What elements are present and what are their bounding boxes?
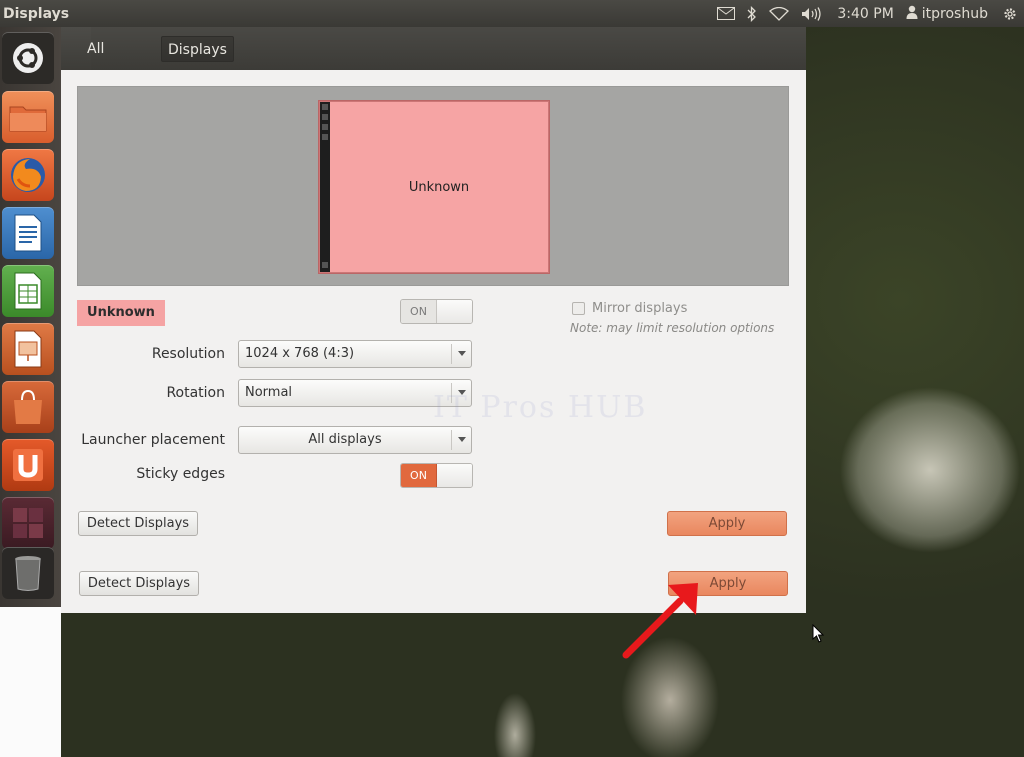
switch-knob [437, 300, 472, 323]
calc-spreadsheet-icon[interactable] [2, 265, 54, 317]
selected-display-name: Unknown [77, 300, 165, 326]
top-panel: Displays 3:40 PM itproshub [0, 0, 1024, 27]
all-settings-button[interactable]: All Settings [81, 36, 159, 62]
username-label: itproshub [921, 5, 988, 22]
display-on-switch[interactable]: ON [400, 299, 473, 324]
indicator-area: 3:40 PM itproshub [711, 0, 1024, 27]
wifi-icon[interactable] [763, 0, 795, 27]
user-menu[interactable]: itproshub [902, 5, 996, 23]
switch-knob [437, 464, 472, 487]
clock[interactable]: 3:40 PM [829, 6, 901, 22]
impress-presentation-icon[interactable] [2, 323, 54, 375]
chevron-down-icon [451, 430, 471, 450]
red-annotation-arrow [622, 583, 698, 659]
apply-button[interactable]: Apply [667, 511, 787, 536]
sticky-edges-label: Sticky edges [136, 466, 225, 482]
window-toolbar: All Settings Displays [61, 27, 806, 70]
active-app-title: Displays [3, 5, 70, 22]
breadcrumb-displays[interactable]: Displays [161, 36, 234, 62]
switch-state-label: ON [401, 300, 437, 323]
launcher [0, 27, 61, 757]
gear-icon[interactable] [996, 0, 1024, 27]
launcher-placement-dropdown[interactable]: All displays [238, 426, 472, 454]
mouse-pointer-icon [812, 624, 825, 643]
monitor-preview[interactable]: Unknown [319, 101, 549, 273]
monitor-arrangement-area[interactable]: Unknown [77, 86, 789, 286]
bluetooth-icon[interactable] [741, 0, 763, 27]
rotation-label: Rotation [166, 385, 225, 401]
volume-icon[interactable] [795, 0, 829, 27]
mirror-displays-label: Mirror displays [592, 301, 688, 316]
software-center-bag-icon[interactable] [2, 381, 54, 433]
sticky-edges-switch[interactable]: ON [400, 463, 473, 488]
trash-icon[interactable] [2, 547, 54, 599]
mirror-displays-option[interactable]: Mirror displays [572, 301, 687, 316]
resolution-dropdown[interactable]: 1024 x 768 (4:3) [238, 340, 472, 368]
detect-displays-button-duplicate[interactable]: Detect Displays [79, 571, 199, 596]
workspace-switcher-icon[interactable] [2, 497, 54, 549]
launcher-placement-label: Launcher placement [81, 432, 225, 448]
monitor-preview-launcher-strip [320, 102, 330, 272]
files-folder-icon[interactable] [2, 91, 54, 143]
rotation-value: Normal [245, 385, 293, 400]
user-icon [906, 5, 918, 23]
dash-home-icon[interactable] [2, 32, 54, 84]
switch-state-label: ON [401, 464, 437, 487]
mirror-note: Note: may limit resolution options [570, 321, 775, 335]
resolution-label: Resolution [151, 346, 225, 362]
displays-settings-window: All Settings Displays Unknown Unknown ON… [61, 27, 806, 613]
firefox-icon[interactable] [2, 149, 54, 201]
launcher-placement-value: All displays [308, 432, 382, 447]
detect-displays-button[interactable]: Detect Displays [78, 511, 198, 536]
watermark-text: IT Pros HUB [433, 390, 648, 425]
mirror-displays-checkbox[interactable] [572, 302, 585, 315]
ubuntu-one-icon[interactable] [2, 439, 54, 491]
resolution-value: 1024 x 768 (4:3) [245, 346, 355, 361]
writer-document-icon[interactable] [2, 207, 54, 259]
mail-icon[interactable] [711, 0, 741, 27]
chevron-down-icon [451, 344, 471, 364]
monitor-name-label: Unknown [408, 179, 470, 195]
